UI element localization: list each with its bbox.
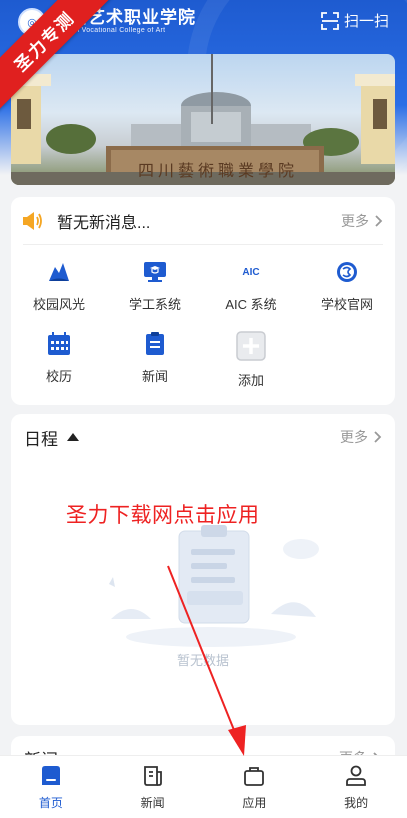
app-label: 新闻 — [141, 369, 168, 384]
app-calendar[interactable]: 校历 — [11, 331, 107, 389]
app-grid: 校园风光 学工系统 AIC AIC 系统 学校官网 校历 新闻 添加 — [11, 259, 395, 389]
caret-up-icon[interactable] — [67, 433, 79, 441]
tab-label: 首页 — [38, 796, 63, 810]
official-site-icon — [337, 262, 357, 282]
app-aic-system[interactable]: AIC AIC 系统 — [203, 259, 299, 313]
app-label: AIC 系统 — [225, 297, 277, 312]
app-campus-scenery[interactable]: 校园风光 — [11, 259, 107, 313]
tab-label: 应用 — [242, 796, 267, 810]
add-icon — [236, 331, 266, 361]
schedule-more-link[interactable]: 更多 — [340, 427, 382, 447]
app-student-affairs[interactable]: 学工系统 — [107, 259, 203, 313]
tab-apps[interactable]: 应用 — [204, 756, 306, 818]
chevron-right-icon — [375, 215, 383, 227]
campus-banner[interactable]: 四川藝術職業學院 — [11, 54, 395, 185]
tab-home[interactable]: 首页 — [0, 756, 102, 818]
speaker-icon — [23, 212, 42, 230]
scan-icon — [321, 11, 339, 30]
schedule-more-label: 更多 — [340, 429, 368, 445]
schedule-title: 日程 — [24, 429, 58, 449]
gate-inscription: 四川藝術職業學院 — [137, 161, 298, 180]
app-add[interactable]: 添加 — [203, 331, 299, 389]
app-label: 学校官网 — [320, 297, 373, 312]
aic-icon: AIC — [242, 266, 260, 278]
tab-profile[interactable]: 我的 — [305, 756, 407, 818]
notice-text: 暂无新消息... — [57, 215, 151, 232]
user-icon — [346, 765, 367, 786]
bottom-tab-bar: 首页 新闻 应用 我的 — [0, 755, 407, 818]
annotation-arrow-icon — [167, 565, 246, 756]
student-affairs-icon — [144, 262, 166, 282]
scan-button[interactable]: 扫一扫 — [321, 10, 389, 31]
quick-access-card: 暂无新消息... 更多 校园风光 学工系统 AIC AIC 系统 学校官网 校历… — [11, 197, 395, 405]
notice-row[interactable]: 暂无新消息... 更多 — [11, 197, 395, 245]
annotation-text: 圣力下载网点击应用 — [66, 504, 260, 527]
tab-label: 新闻 — [140, 796, 165, 810]
newspaper-icon — [143, 766, 162, 786]
app-news[interactable]: 新闻 — [107, 331, 203, 389]
calendar-icon — [48, 332, 70, 355]
notice-more-label: 更多 — [341, 213, 369, 229]
app-label: 校历 — [45, 369, 72, 384]
schedule-header: 日程 更多 — [11, 414, 395, 460]
notice-more-link[interactable]: 更多 — [341, 211, 383, 231]
app-label: 添加 — [237, 373, 264, 388]
briefcase-icon — [244, 767, 265, 786]
app-label: 学工系统 — [128, 297, 181, 312]
campus-scenery-icon — [49, 263, 69, 281]
news-icon — [146, 332, 164, 355]
home-icon — [41, 766, 60, 785]
tab-news[interactable]: 新闻 — [102, 756, 204, 818]
chevron-right-icon — [374, 431, 382, 443]
scan-label: 扫一扫 — [343, 13, 389, 30]
app-label: 校园风光 — [32, 297, 85, 312]
app-official-site[interactable]: 学校官网 — [299, 259, 395, 313]
tab-label: 我的 — [344, 796, 369, 810]
